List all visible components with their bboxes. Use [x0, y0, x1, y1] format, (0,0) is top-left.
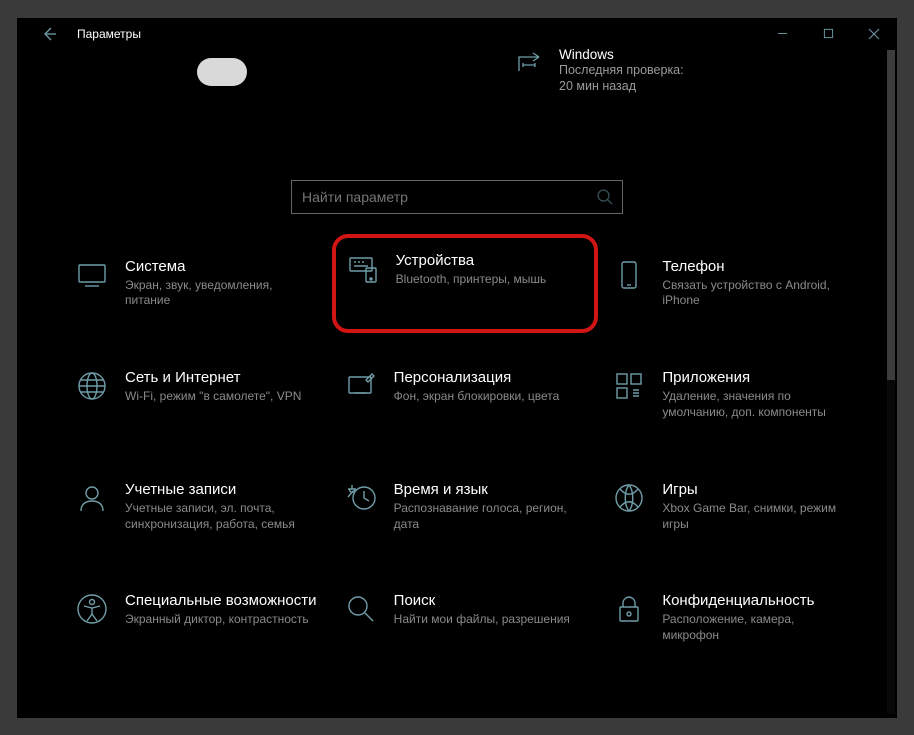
tile-desc: Xbox Game Bar, снимки, режим игры	[662, 501, 850, 533]
tile-desc: Фон, экран блокировки, цвета	[394, 389, 560, 405]
tile-title: Приложения	[662, 369, 850, 386]
phone-icon	[612, 258, 646, 292]
tile-privacy[interactable]: Конфиденциальность Расположение, камера,…	[610, 586, 857, 650]
titlebar: Параметры	[17, 18, 897, 50]
search-wrap	[17, 180, 897, 214]
update-title: Windows	[559, 47, 684, 62]
close-button[interactable]	[851, 18, 897, 50]
search-input[interactable]	[300, 189, 596, 205]
tile-title: Система	[125, 258, 313, 275]
tile-search[interactable]: Поиск Найти мои файлы, разрешения	[342, 586, 589, 650]
tile-desc: Связать устройство с Android, iPhone	[662, 278, 850, 310]
update-icon	[515, 49, 543, 77]
devices-icon	[346, 252, 380, 286]
window-controls	[759, 18, 897, 50]
header-area: Windows Последняя проверка: 20 мин назад	[17, 50, 897, 146]
tile-title: Учетные записи	[125, 481, 313, 498]
maximize-button[interactable]	[805, 18, 851, 50]
scrollbar-thumb[interactable]	[887, 50, 895, 380]
personalization-icon	[344, 369, 378, 403]
accounts-icon	[75, 481, 109, 515]
tile-desc: Экран, звук, уведомления, питание	[125, 278, 313, 310]
window-title: Параметры	[77, 27, 759, 41]
system-icon	[75, 258, 109, 292]
search-box[interactable]	[291, 180, 623, 214]
tile-desc: Wi-Fi, режим "в самолете", VPN	[125, 389, 301, 405]
tile-personalization[interactable]: Персонализация Фон, экран блокировки, цв…	[342, 363, 589, 427]
tile-title: Устройства	[396, 252, 547, 269]
update-text: Windows Последняя проверка: 20 мин назад	[559, 47, 684, 96]
tile-title: Специальные возможности	[125, 592, 317, 609]
tile-system[interactable]: Система Экран, звук, уведомления, питани…	[73, 252, 320, 316]
minimize-button[interactable]	[759, 18, 805, 50]
tile-title: Игры	[662, 481, 850, 498]
profile-avatar[interactable]	[197, 58, 247, 86]
tile-desc: Распознавание голоса, регион, дата	[394, 501, 582, 533]
network-icon	[75, 369, 109, 403]
tile-title: Сеть и Интернет	[125, 369, 301, 386]
privacy-icon	[612, 592, 646, 626]
gaming-icon	[612, 481, 646, 515]
scrollbar[interactable]	[887, 50, 895, 714]
apps-icon	[612, 369, 646, 403]
search-settings-icon	[344, 592, 378, 626]
tile-title: Время и язык	[394, 481, 582, 498]
category-grid: Система Экран, звук, уведомления, питани…	[17, 214, 897, 651]
tile-network[interactable]: Сеть и Интернет Wi-Fi, режим "в самолете…	[73, 363, 320, 427]
tile-desc: Учетные записи, эл. почта, синхронизация…	[125, 501, 313, 533]
tile-phone[interactable]: Телефон Связать устройство с Android, iP…	[610, 252, 857, 316]
tile-desc: Удаление, значения по умолчанию, доп. ко…	[662, 389, 850, 421]
tile-title: Поиск	[394, 592, 570, 609]
tile-title: Персонализация	[394, 369, 560, 386]
update-last-check-value: 20 мин назад	[559, 78, 684, 95]
tile-title: Телефон	[662, 258, 850, 275]
tile-title: Конфиденциальность	[662, 592, 850, 609]
time-language-icon	[344, 481, 378, 515]
tile-devices[interactable]: Устройства Bluetooth, принтеры, мышь	[332, 234, 599, 334]
tile-time-language[interactable]: Время и язык Распознавание голоса, регио…	[342, 475, 589, 539]
accessibility-icon	[75, 592, 109, 626]
settings-window: Параметры Windows Последняя	[17, 18, 897, 718]
update-last-check-label: Последняя проверка:	[559, 62, 684, 79]
tile-gaming[interactable]: Игры Xbox Game Bar, снимки, режим игры	[610, 475, 857, 539]
search-icon	[596, 188, 614, 206]
tile-accessibility[interactable]: Специальные возможности Экранный диктор,…	[73, 586, 320, 650]
tile-desc: Экранный диктор, контрастность	[125, 612, 313, 628]
tile-desc: Bluetooth, принтеры, мышь	[396, 272, 547, 288]
tile-desc: Найти мои файлы, разрешения	[394, 612, 570, 628]
windows-update-block[interactable]: Windows Последняя проверка: 20 мин назад	[515, 47, 684, 96]
back-button[interactable]	[35, 20, 63, 48]
tile-accounts[interactable]: Учетные записи Учетные записи, эл. почта…	[73, 475, 320, 539]
tile-desc: Расположение, камера, микрофон	[662, 612, 850, 644]
tile-apps[interactable]: Приложения Удаление, значения по умолчан…	[610, 363, 857, 427]
